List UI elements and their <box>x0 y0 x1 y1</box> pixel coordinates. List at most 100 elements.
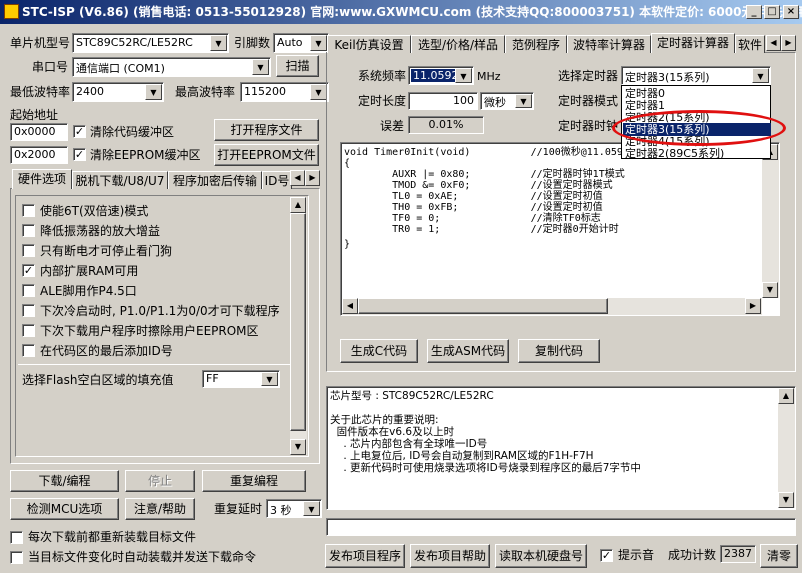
clear-code-label: 清除代码缓冲区 <box>90 125 175 139</box>
duration-input[interactable]: 100 <box>408 92 478 110</box>
repeat-program-button[interactable]: 重复编程 <box>202 470 306 492</box>
open-program-button[interactable]: 打开程序文件 <box>214 119 319 141</box>
auto-reload-label: 当目标文件变化时自动装载并发送下载命令 <box>28 550 257 564</box>
tab-encrypted-transfer[interactable]: 程序加密后传输 <box>168 171 262 189</box>
option-checkbox[interactable] <box>22 284 35 297</box>
pin-count-value: Auto <box>277 36 303 49</box>
option-checkbox[interactable] <box>22 224 35 237</box>
code-address-input[interactable]: 0x0000 <box>10 123 68 141</box>
scroll-down-icon[interactable]: ▼ <box>778 492 794 508</box>
options-scrollbar[interactable]: ▲ ▼ <box>290 197 307 455</box>
option-row[interactable]: ✓ 内部扩展RAM可用 <box>22 262 287 280</box>
pin-count-select[interactable]: Auto ▼ <box>273 33 329 53</box>
repeat-delay-select[interactable]: 3 秒 ▼ <box>266 499 322 518</box>
repeat-delay-value: 3 秒 <box>270 504 292 517</box>
serial-port-select[interactable]: 通信端口 (COM1) ▼ <box>72 57 271 77</box>
scroll-up-icon[interactable]: ▲ <box>290 197 306 213</box>
scroll-left-icon[interactable]: ◀ <box>342 298 358 314</box>
tab-sample-programs[interactable]: 范例程序 <box>505 35 567 53</box>
tab-baud-calculator[interactable]: 波特率计算器 <box>567 35 651 53</box>
option-row[interactable]: 在代码区的最后添加ID号 <box>22 342 287 360</box>
minimize-button[interactable]: _ <box>746 5 762 19</box>
flash-fill-value: FF <box>206 372 219 385</box>
code-editor[interactable]: void Timer0Init(void) //100微秒@11.0592MHz… <box>340 142 780 316</box>
info-scrollbar[interactable]: ▲ ▼ <box>778 388 795 508</box>
option-row[interactable]: 使能6T(双倍速)模式 <box>22 202 287 220</box>
open-eeprom-button[interactable]: 打开EEPROM文件 <box>214 144 319 166</box>
stop-button[interactable]: 停止 <box>125 470 195 492</box>
option-row[interactable]: 下次冷启动时, P1.0/P1.1为0/0才可下载程序 <box>22 302 287 320</box>
generate-asm-button[interactable]: 生成ASM代码 <box>427 339 509 363</box>
option-label: 下次下载用户程序时擦除用户EEPROM区 <box>40 324 259 338</box>
info-output[interactable]: 芯片型号 : STC89C52RC/LE52RC 关于此芯片的重要说明: 固件版本… <box>326 386 796 510</box>
scroll-right-icon[interactable]: ▶ <box>745 298 761 314</box>
publish-help-button[interactable]: 发布项目帮助 <box>410 544 490 568</box>
tab-scroll-right-icon[interactable]: ▶ <box>781 35 796 51</box>
clear-count-button[interactable]: 清零 <box>760 544 798 568</box>
max-baud-select[interactable]: 115200 ▼ <box>240 82 329 102</box>
min-baud-select[interactable]: 2400 ▼ <box>72 82 164 102</box>
code-vscrollbar[interactable]: ▲ ▼ <box>762 144 779 298</box>
maximize-button[interactable]: □ <box>764 5 780 19</box>
help-button[interactable]: 注意/帮助 <box>125 498 195 520</box>
tab-keil-settings[interactable]: Keil仿真设置 <box>327 35 411 53</box>
scroll-up-icon[interactable]: ▲ <box>778 388 794 404</box>
scan-button[interactable]: 扫描 <box>276 55 319 77</box>
read-disk-id-button[interactable]: 读取本机硬盘号 <box>495 544 587 568</box>
tab-scroll-right-icon[interactable]: ▶ <box>305 170 320 186</box>
option-label: 降低振荡器的放大增益 <box>40 224 161 238</box>
option-row[interactable]: 只有断电才可停止看门狗 <box>22 242 287 260</box>
duration-unit-select[interactable]: 微秒 ▼ <box>480 92 534 110</box>
mcu-model-select[interactable]: STC89C52RC/LE52RC ▼ <box>72 33 229 53</box>
reload-each-checkbox[interactable] <box>10 531 23 544</box>
scroll-down-icon[interactable]: ▼ <box>762 282 778 298</box>
option-row[interactable]: 降低振荡器的放大增益 <box>22 222 287 240</box>
copy-code-button[interactable]: 复制代码 <box>518 339 600 363</box>
scroll-thumb[interactable] <box>290 213 306 431</box>
option-checkbox[interactable] <box>22 344 35 357</box>
option-checkbox[interactable] <box>22 324 35 337</box>
publish-program-button[interactable]: 发布项目程序 <box>325 544 405 568</box>
scroll-down-icon[interactable]: ▼ <box>290 439 306 455</box>
hscroll-thumb[interactable] <box>358 298 608 314</box>
option-checkbox[interactable] <box>22 244 35 257</box>
timer-option[interactable]: 定时器2(89C5系列) <box>623 147 771 160</box>
title-bar: STC-ISP (V6.86) (销售电话: 0513-55012928) 官网… <box>0 0 802 24</box>
option-row[interactable]: ALE脚用作P4.5口 <box>22 282 287 300</box>
code-hscrollbar[interactable]: ◀ ▶ <box>342 298 762 315</box>
info-line: . 更新代码时可使用烧录选项将ID号烧录到程序区的最后7字节中 <box>330 462 641 474</box>
tab-hardware-options[interactable]: 硬件选项 <box>12 169 72 189</box>
eeprom-address-input[interactable]: 0x2000 <box>10 146 68 164</box>
frequency-select[interactable]: 11.0592 ▼ <box>408 66 474 85</box>
tab-selection-price[interactable]: 选型/价格/样品 <box>411 35 505 53</box>
clear-code-checkbox[interactable]: ✓ <box>73 125 86 138</box>
clear-eeprom-checkbox[interactable]: ✓ <box>73 148 86 161</box>
option-checkbox[interactable] <box>22 304 35 317</box>
window-title: STC-ISP (V6.86) (销售电话: 0513-55012928) 官网… <box>22 5 802 19</box>
beep-checkbox[interactable]: ✓ <box>600 549 613 562</box>
code-line: TL0 = 0xAE; //设置定时初值 <box>344 191 603 202</box>
info-line: . 芯片内部包含有全球唯一ID号 <box>330 438 488 450</box>
duration-label: 定时长度 <box>358 94 407 108</box>
detect-mcu-button[interactable]: 检测MCU选项 <box>10 498 119 520</box>
auto-reload-checkbox[interactable] <box>10 551 23 564</box>
tab-id-number[interactable]: ID号 <box>262 171 292 189</box>
flash-fill-select[interactable]: FF ▼ <box>202 370 280 388</box>
option-checkbox[interactable] <box>22 204 35 217</box>
generate-c-button[interactable]: 生成C代码 <box>340 339 418 363</box>
code-line: void Timer0Init(void) //100微秒@11.0592MHz <box>344 147 647 158</box>
tab-scroll-left-icon[interactable]: ◀ <box>290 170 305 186</box>
close-button[interactable]: × <box>783 5 799 19</box>
tab-offline-download[interactable]: 脱机下载/U8/U7 <box>72 171 168 189</box>
timer-dropdown-list[interactable]: 定时器0 定时器1 定时器2(15系列) 定时器3(15系列) 定时器4(15系列) 定时… <box>621 85 771 160</box>
timer-select[interactable]: 定时器3(15系列) ▼ <box>621 66 771 85</box>
download-button[interactable]: 下载/编程 <box>10 470 119 492</box>
tab-software[interactable]: 软件 <box>735 35 765 53</box>
option-checkbox[interactable]: ✓ <box>22 264 35 277</box>
option-row[interactable]: 下次下载用户程序时擦除用户EEPROM区 <box>22 322 287 340</box>
max-baud-value: 115200 <box>244 85 286 98</box>
tab-timer-calculator[interactable]: 定时器计算器 <box>651 33 735 53</box>
reload-each-label: 每次下载前都重新装载目标文件 <box>28 530 197 544</box>
info-line: 芯片型号 : STC89C52RC/LE52RC <box>330 390 494 402</box>
tab-scroll-left-icon[interactable]: ◀ <box>766 35 781 51</box>
